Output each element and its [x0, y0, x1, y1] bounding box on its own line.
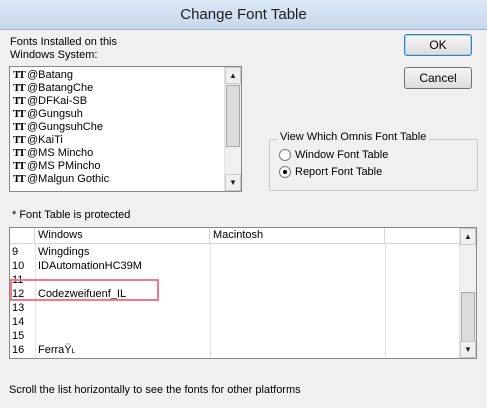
truetype-font-icon: TT: [13, 134, 26, 146]
table-row[interactable]: 15: [10, 329, 459, 343]
table-row[interactable]: 10 IDAutomationHC39M: [10, 259, 459, 273]
installed-fonts-label: Fonts Installed on this Windows System:: [10, 36, 118, 61]
table-row[interactable]: 13: [10, 301, 459, 315]
font-list-item[interactable]: TT @MS Mincho: [10, 147, 224, 160]
radio-checked-icon[interactable]: [279, 166, 291, 178]
radio-unchecked-icon[interactable]: [279, 149, 291, 161]
scrollbar-thumb[interactable]: [226, 85, 240, 147]
truetype-font-icon: TT: [13, 147, 26, 159]
truetype-font-icon: TT: [13, 69, 26, 81]
truetype-font-icon: TT: [13, 108, 26, 120]
table-header: Windows Macintosh: [10, 228, 459, 244]
installed-fonts-list[interactable]: TT @Batang TT @BatangChe TT @DFKai-SB TT @Gu…: [9, 66, 242, 192]
scroll-up-arrow-icon[interactable]: ▲: [225, 67, 241, 84]
protected-note: * Font Table is protected: [12, 209, 131, 221]
table-row[interactable]: 16 FerraŸ˪: [10, 343, 459, 357]
report-font-table-option[interactable]: Report Font Table: [279, 166, 382, 178]
table-row[interactable]: 9 Wingdings: [10, 245, 459, 259]
scroll-up-arrow-icon[interactable]: ▲: [460, 228, 476, 245]
scroll-down-arrow-icon[interactable]: ▼: [460, 341, 476, 358]
scroll-down-arrow-icon[interactable]: ▼: [225, 174, 241, 191]
window-font-table-option[interactable]: Window Font Table: [279, 149, 388, 161]
font-list-item[interactable]: TT @GungsuhChe: [10, 121, 224, 134]
scrollbar-thumb[interactable]: [461, 292, 475, 342]
column-header-number: [10, 228, 35, 243]
cancel-button[interactable]: Cancel: [404, 67, 472, 89]
table-row[interactable]: 14: [10, 315, 459, 329]
truetype-font-icon: TT: [13, 95, 26, 107]
font-table-group: [269, 139, 478, 191]
font-list-item[interactable]: TT @KaiTi: [10, 134, 224, 147]
font-list-scrollbar[interactable]: ▲ ▼: [224, 67, 241, 191]
truetype-font-icon: TT: [13, 82, 26, 94]
font-list-item[interactable]: TT @DFKai-SB: [10, 95, 224, 108]
truetype-font-icon: TT: [13, 121, 26, 133]
truetype-font-icon: TT: [13, 160, 26, 172]
window-title: Change Font Table: [0, 0, 487, 30]
font-table-group-title: View Which Omnis Font Table: [277, 131, 430, 143]
font-list-item[interactable]: TT @Batang: [10, 69, 224, 82]
font-list-item[interactable]: TT @BatangChe: [10, 82, 224, 95]
font-list-item[interactable]: TT @MS PMincho: [10, 160, 224, 173]
ok-button[interactable]: OK: [404, 34, 472, 56]
table-body: 9 Wingdings 10 IDAutomationHC39M 11 12 Code…: [10, 244, 459, 358]
table-scrollbar[interactable]: ▲ ▼: [459, 228, 476, 358]
footer-hint: Scroll the list horizontally to see the …: [9, 384, 301, 396]
column-header-macintosh[interactable]: Macintosh: [210, 228, 385, 243]
font-list-item[interactable]: TT @Gungsuh: [10, 108, 224, 121]
font-list-item[interactable]: TT @Malgun Gothic: [10, 173, 224, 186]
highlight-box: [10, 279, 159, 301]
truetype-font-icon: TT: [13, 173, 26, 185]
column-header-windows[interactable]: Windows: [35, 228, 210, 243]
